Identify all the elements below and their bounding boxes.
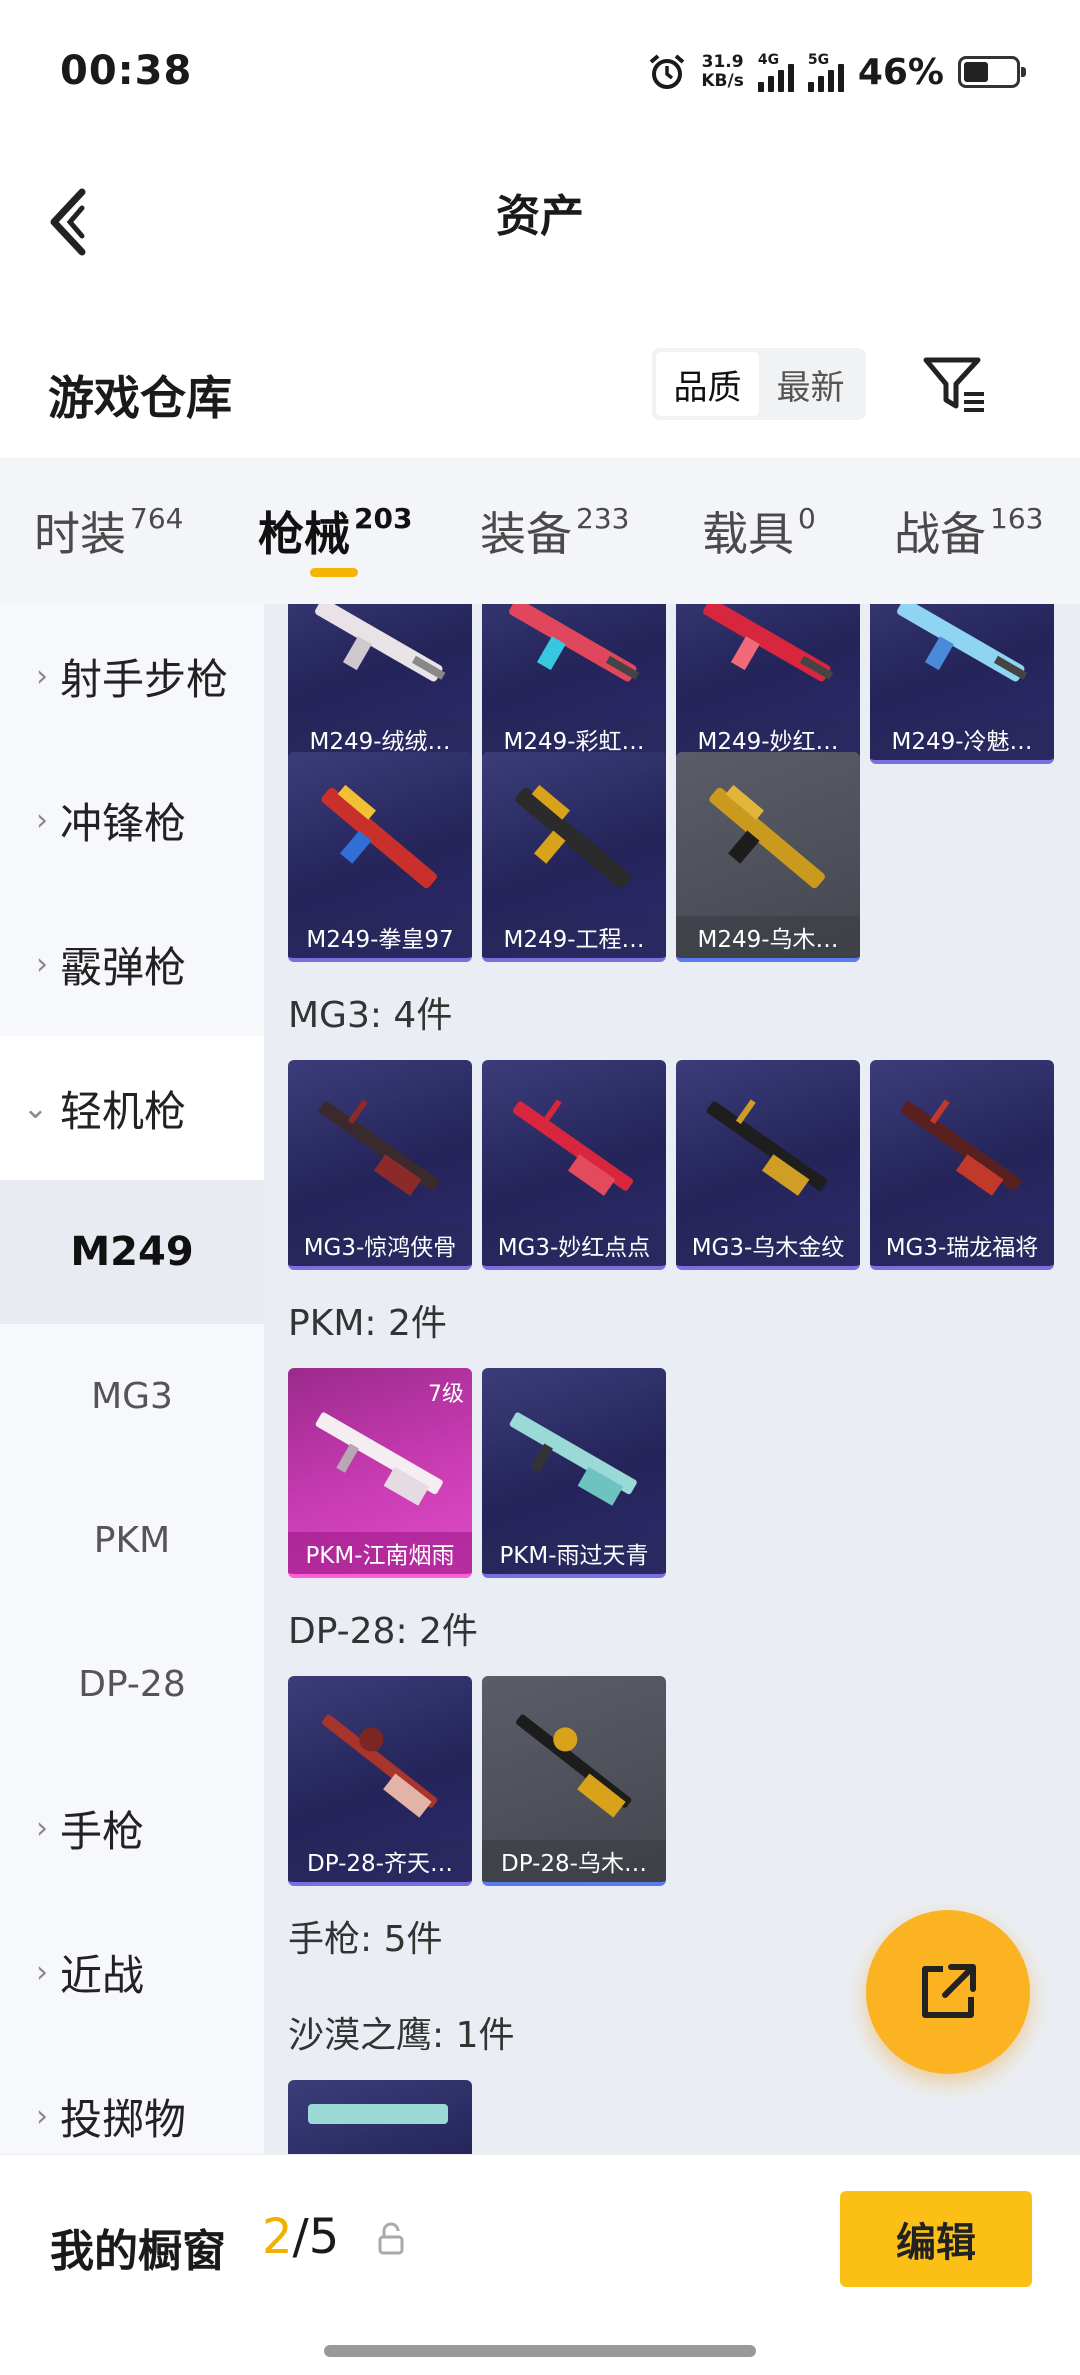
tab-outfits[interactable]: 时装 764 — [34, 498, 183, 564]
lock-icon — [378, 2222, 404, 2255]
app-header: 资产 — [0, 150, 1080, 310]
chevron-right-icon: › — [36, 946, 48, 982]
sim2-signal-icon: 5G — [807, 52, 844, 92]
sidebar-subitem-m249[interactable]: M249 — [0, 1180, 264, 1324]
weapon-card[interactable]: M249-冷魅… — [870, 604, 1054, 764]
lmg-skin-icon — [509, 1412, 637, 1506]
active-tab-indicator — [310, 568, 358, 577]
weapon-card[interactable]: DP-28-乌木… — [482, 1676, 666, 1886]
sim1-signal-icon: 4G — [757, 52, 794, 92]
sort-toggle: 品质 最新 — [652, 348, 866, 420]
weapon-card[interactable]: MG3-惊鸿侠骨 — [288, 1060, 472, 1270]
weapon-card[interactable]: M249-绒绒… — [288, 604, 472, 764]
lmg-skin-icon — [512, 1099, 634, 1196]
lmg-skin-icon — [322, 1714, 438, 1818]
lmg-skin-icon — [709, 784, 825, 889]
net-speed: 31.9 KB/s — [701, 52, 744, 91]
sort-newest-button[interactable]: 最新 — [759, 352, 862, 416]
tab-firearms[interactable]: 枪械 203 — [258, 498, 412, 564]
lmg-skin-icon — [315, 604, 446, 682]
external-link-icon — [922, 1964, 976, 2018]
home-indicator[interactable] — [324, 2345, 756, 2357]
tab-supplies[interactable]: 战备 163 — [894, 498, 1043, 564]
chevron-right-icon: › — [36, 2098, 48, 2134]
sidebar-subitem-dp28[interactable]: DP-28 — [0, 1612, 264, 1756]
chevron-right-icon: › — [36, 1954, 48, 1990]
group-title-pkm: PKM: 2件 — [288, 1303, 447, 1344]
chevron-right-icon: › — [36, 658, 48, 694]
weapon-card[interactable]: MG3-乌木金纹 — [676, 1060, 860, 1270]
lmg-skin-icon — [315, 1412, 443, 1506]
group-title-pistols: 手枪: 5件 — [288, 1919, 443, 1960]
sort-quality-button[interactable]: 品质 — [656, 352, 759, 416]
battery-icon — [958, 56, 1026, 88]
weapon-card[interactable]: 7级 PKM-江南烟雨 — [288, 1368, 472, 1578]
weapon-card[interactable]: M249-拳皇97 — [288, 752, 472, 962]
chevron-right-icon: › — [36, 1810, 48, 1846]
clock: 00:38 — [60, 48, 193, 94]
sidebar-item-marksman-rifles[interactable]: › 射手步枪 — [0, 604, 264, 748]
lmg-skin-icon — [515, 784, 631, 889]
weapon-card[interactable]: MG3-瑞龙福将 — [870, 1060, 1054, 1270]
warehouse-header: 游戏仓库 品质 最新 — [0, 340, 1080, 450]
sidebar-item-shotguns[interactable]: › 霰弹枪 — [0, 892, 264, 1036]
weapon-card[interactable]: M249-工程… — [482, 752, 666, 962]
group-title-desert-eagle: 沙漠之鹰: 1件 — [288, 2015, 515, 2056]
weapon-card[interactable]: M249-妙红… — [676, 604, 860, 764]
tab-vehicles[interactable]: 载具 0 — [702, 498, 816, 564]
filter-icon — [923, 357, 984, 412]
sidebar-item-melee[interactable]: › 近战 — [0, 1900, 264, 2044]
lmg-skin-icon — [509, 604, 640, 682]
warehouse-title: 游戏仓库 — [48, 371, 232, 425]
weapon-card[interactable]: M249-乌木… — [676, 752, 860, 962]
sidebar-item-smg[interactable]: › 冲锋枪 — [0, 748, 264, 892]
battery-percent: 46% — [857, 51, 944, 93]
showcase-label: 我的橱窗 — [50, 2226, 226, 2277]
sidebar-subitem-pkm[interactable]: PKM — [0, 1468, 264, 1612]
sidebar-item-throwables[interactable]: › 投掷物 — [0, 2044, 264, 2154]
alarm-icon — [650, 54, 685, 89]
lmg-skin-icon — [516, 1714, 632, 1818]
showcase-bar: 我的橱窗 2/5 编辑 — [0, 2154, 1080, 2375]
weapon-card[interactable]: PKM-雨过天青 — [482, 1368, 666, 1578]
sidebar-subitem-mg3[interactable]: MG3 — [0, 1324, 264, 1468]
weapon-category-sidebar: › 射手步枪 › 冲锋枪 › 霰弹枪 ⌄ 轻机枪 M249 MG3 PKM DP-28 … — [0, 604, 264, 2154]
chevron-down-icon: ⌄ — [22, 1090, 48, 1126]
weapon-card[interactable] — [288, 2080, 472, 2154]
weapon-card[interactable]: MG3-妙红点点 — [482, 1060, 666, 1270]
chevron-right-icon: › — [36, 802, 48, 838]
page-title: 资产 — [496, 191, 584, 242]
status-bar: 00:38 31.9 KB/s 4G 5G 46% — [0, 0, 1080, 150]
tab-equipment[interactable]: 装备 233 — [480, 498, 629, 564]
category-tabs: 时装 764 枪械 203 装备 233 载具 0 战备 163 — [0, 458, 1080, 604]
group-title-mg3: MG3: 4件 — [288, 995, 453, 1036]
lmg-skin-icon — [900, 1099, 1022, 1196]
lmg-skin-icon — [703, 604, 834, 682]
lmg-skin-icon — [318, 1099, 440, 1196]
showcase-count: 2/5 — [262, 2209, 340, 2265]
lmg-skin-icon — [321, 784, 437, 889]
sidebar-item-lmg[interactable]: ⌄ 轻机枪 — [0, 1036, 264, 1180]
share-button[interactable] — [866, 1910, 1030, 2074]
weapon-card[interactable]: M249-彩虹… — [482, 604, 666, 764]
weapon-card[interactable]: DP-28-齐天… — [288, 1676, 472, 1886]
group-title-dp28: DP-28: 2件 — [288, 1611, 478, 1652]
pistol-skin-icon — [308, 2104, 448, 2124]
lmg-skin-icon — [706, 1099, 828, 1196]
edit-button[interactable]: 编辑 — [840, 2191, 1032, 2287]
lmg-skin-icon — [897, 604, 1028, 682]
filter-button[interactable] — [920, 354, 990, 418]
sidebar-item-pistols[interactable]: › 手枪 — [0, 1756, 264, 1900]
